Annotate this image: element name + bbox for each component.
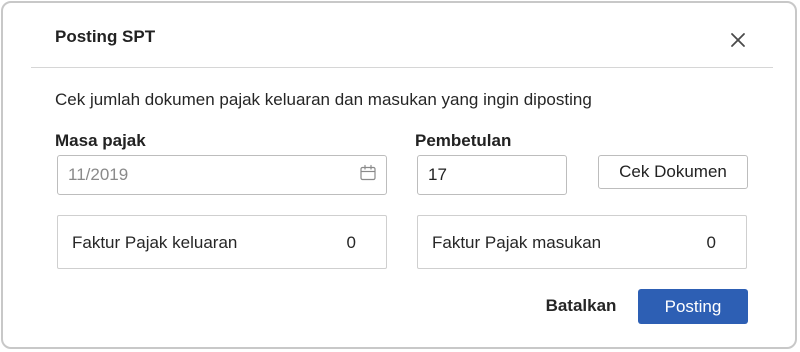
posting-spt-dialog: Posting SPT Cek jumlah dokumen pajak kel… [1, 1, 797, 349]
faktur-masukan-count: 0 [706, 233, 716, 252]
posting-button[interactable]: Posting [638, 289, 748, 324]
instruction-text: Cek jumlah dokumen pajak keluaran dan ma… [55, 90, 592, 109]
faktur-keluaran-count: 0 [346, 233, 356, 252]
masa-pajak-input[interactable] [57, 155, 387, 195]
pembetulan-label: Pembetulan [415, 131, 512, 150]
pembetulan-input[interactable] [417, 155, 567, 195]
masa-pajak-label: Masa pajak [55, 131, 146, 150]
close-button[interactable] [727, 29, 749, 51]
dialog-title: Posting SPT [55, 27, 156, 46]
close-icon [731, 33, 745, 47]
cek-dokumen-button[interactable]: Cek Dokumen [598, 155, 748, 189]
faktur-masukan-box: Faktur Pajak masukan 0 [417, 215, 747, 269]
header-divider [31, 67, 773, 68]
faktur-keluaran-label: Faktur Pajak keluaran [72, 233, 238, 252]
faktur-masukan-label: Faktur Pajak masukan [432, 233, 602, 252]
calendar-icon[interactable] [359, 164, 377, 182]
cancel-button[interactable]: Batalkan [533, 289, 629, 323]
faktur-keluaran-box: Faktur Pajak keluaran 0 [57, 215, 387, 269]
